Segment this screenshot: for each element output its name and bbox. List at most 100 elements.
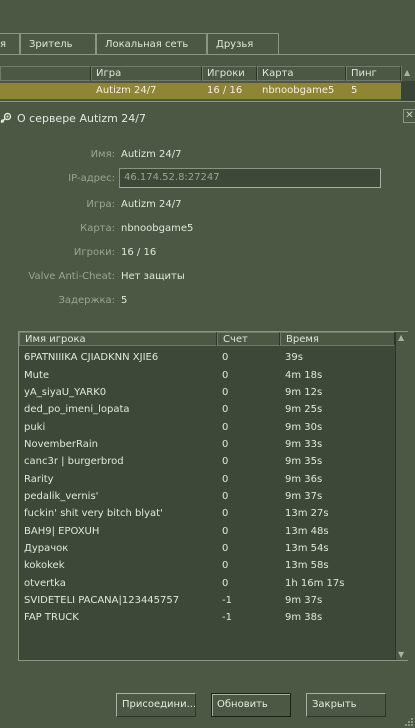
info-row-players: Игроки: 16 / 16 [0, 245, 415, 261]
player-score: 0 [222, 542, 229, 554]
server-info-dialog: О сервере Autizm 24/7 ✕ Имя: Autizm 24/7… [0, 101, 415, 728]
player-row[interactable]: Дурачок 0 13m 54s [19, 540, 395, 557]
player-name: canc3r | burgerbrod [24, 456, 124, 468]
row-ping: 5 [351, 85, 358, 96]
player-name: ded_po_imeni_lopata [24, 404, 130, 416]
row-server-name [0, 83, 91, 99]
column-header-time[interactable]: Время [280, 332, 395, 346]
player-row[interactable]: 6PATNIIIKA CJIADKNN XJIE6 0 39s [19, 349, 395, 366]
dialog-title-bar[interactable]: О сервере Autizm 24/7 [0, 110, 146, 126]
dialog-title: О сервере Autizm 24/7 [17, 111, 147, 125]
player-name: Rarity [24, 473, 54, 485]
player-row[interactable]: yA_siyaU_YARK0 0 9m 12s [19, 384, 395, 401]
player-time: 39s [285, 352, 303, 364]
server-list-selected-row[interactable]: Autizm 24/7 16 / 16 nbnoobgame5 5 [0, 83, 401, 99]
tab-spectate[interactable]: Зритель [20, 33, 96, 54]
player-name: pedalik_vernis' [24, 490, 99, 502]
players-scrollbar[interactable]: ▲ ▼ [395, 332, 408, 660]
player-row[interactable]: SVIDETELI PACANA|123445757 -1 9m 37s [19, 592, 395, 609]
player-time: 4m 18s [285, 369, 323, 381]
player-row[interactable]: FAP TRUCK -1 9m 38s [19, 609, 395, 626]
refresh-button[interactable]: Обновить [211, 693, 291, 717]
tab-internet[interactable]: я [0, 33, 20, 54]
browser-tabs: я Зритель Локальная сеть Друзья [0, 33, 279, 55]
player-row[interactable]: pedalik_vernis' 0 9m 37s [19, 488, 395, 505]
player-time: 13m 54s [285, 542, 329, 554]
player-row[interactable]: canc3r | burgerbrod 0 9m 35s [19, 453, 395, 470]
resize-grip-icon[interactable] [405, 718, 413, 726]
player-time: 9m 25s [285, 404, 323, 416]
player-name: puki [24, 421, 46, 433]
player-row[interactable]: Mute 0 4m 18s [19, 366, 395, 383]
player-score: -1 [222, 594, 232, 606]
player-time: 9m 30s [285, 421, 323, 433]
player-score: 0 [222, 456, 229, 468]
player-time: 13m 27s [285, 508, 329, 520]
player-row[interactable]: otvertka 0 1h 16m 17s [19, 574, 395, 591]
column-header-map[interactable]: Карта [257, 66, 346, 81]
column-header-name[interactable] [0, 66, 91, 81]
column-header-ping[interactable]: Пинг [346, 66, 401, 81]
ip-label: IP-адрес: [68, 173, 115, 184]
vac-value: Нет защиты [121, 271, 185, 282]
ip-address-field[interactable]: 46.174.52.8:27247 [119, 168, 381, 188]
player-row[interactable]: BAH9| EPOXUH 0 13m 48s [19, 522, 395, 539]
player-name: kokokek [24, 560, 65, 572]
player-score: 0 [222, 404, 229, 416]
player-row[interactable]: ded_po_imeni_lopata 0 9m 25s [19, 401, 395, 418]
arrow-up-icon: ▲ [404, 68, 411, 77]
info-row-ip: IP-адрес: 46.174.52.8:27247 [0, 168, 415, 188]
player-score: 0 [222, 369, 229, 381]
player-score: 0 [222, 438, 229, 450]
players-table-header: Имя игрока Счет Время [19, 332, 407, 346]
player-score: 0 [222, 577, 229, 589]
player-row[interactable]: fuckin' shit very bitch blyat' 0 13m 27s [19, 505, 395, 522]
player-score: 0 [222, 352, 229, 364]
player-name: fuckin' shit very bitch blyat' [24, 508, 163, 520]
tabs-divider [0, 54, 415, 55]
column-header-score[interactable]: Счет [217, 332, 280, 346]
column-header-players[interactable]: Игроки [202, 66, 257, 81]
player-time: 9m 37s [285, 594, 323, 606]
player-row[interactable]: kokokek 0 13m 58s [19, 557, 395, 574]
player-time: 9m 37s [285, 490, 323, 502]
player-time: 13m 58s [285, 560, 329, 572]
server-list-scroll-up[interactable]: ▲ [401, 66, 415, 81]
players-rows: 6PATNIIIKA CJIADKNN XJIE6 0 39s Mute 0 4m 18s… [19, 349, 395, 627]
vac-label: Valve Anti-Cheat: [28, 271, 115, 282]
latency-value: 5 [121, 295, 128, 306]
tab-lan[interactable]: Локальная сеть [96, 33, 207, 54]
latency-label: Задержка: [58, 295, 116, 306]
info-row-name: Имя: Autizm 24/7 [0, 147, 415, 163]
close-button[interactable]: Закрыть [306, 693, 386, 717]
column-header-game[interactable]: Игра [91, 66, 202, 81]
players-value: 16 / 16 [121, 247, 157, 258]
row-players: 16 / 16 [207, 85, 243, 96]
player-row[interactable]: Rarity 0 9m 36s [19, 470, 395, 487]
server-list-header: Игра Игроки Карта Пинг [0, 66, 415, 81]
player-score: 0 [222, 490, 229, 502]
player-time: 9m 36s [285, 473, 323, 485]
players-table[interactable]: Имя игрока Счет Время ▲ ▼ 6PATNIIIKA CJI… [18, 331, 408, 661]
join-button[interactable]: Присоедини... [116, 693, 196, 717]
row-game: Autizm 24/7 [96, 85, 157, 96]
player-row[interactable]: NovemberRain 0 9m 33s [19, 436, 395, 453]
player-name: FAP TRUCK [24, 612, 79, 624]
player-name: Дурачок [24, 542, 69, 554]
close-icon[interactable]: ✕ [403, 109, 415, 123]
column-header-player-name[interactable]: Имя игрока [19, 332, 217, 346]
player-time: 9m 12s [285, 386, 323, 398]
player-score: 0 [222, 508, 229, 520]
arrow-up-icon[interactable]: ▲ [398, 333, 404, 342]
game-label: Игра: [86, 199, 115, 210]
player-score: 0 [222, 525, 229, 537]
info-row-vac: Valve Anti-Cheat: Нет защиты [0, 269, 415, 285]
player-time: 1h 16m 17s [285, 577, 345, 589]
server-list-scrollbar[interactable] [401, 81, 415, 101]
arrow-down-icon[interactable]: ▼ [398, 650, 404, 659]
map-label: Карта: [80, 223, 115, 234]
tab-friends[interactable]: Друзья [207, 33, 279, 54]
player-name: yA_siyaU_YARK0 [24, 386, 107, 398]
player-row[interactable]: puki 0 9m 30s [19, 418, 395, 435]
name-label: Имя: [90, 149, 115, 160]
